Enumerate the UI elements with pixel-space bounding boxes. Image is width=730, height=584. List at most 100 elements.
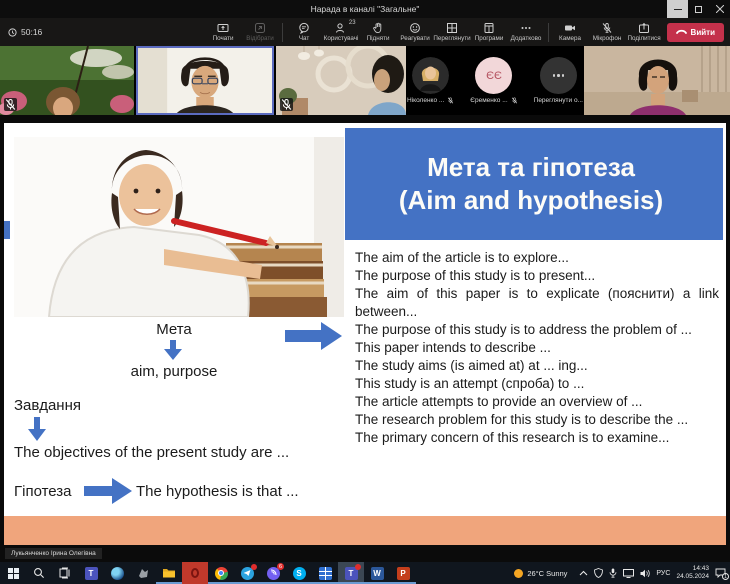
taskbar-teams-active-icon[interactable]: T — [338, 562, 364, 584]
taskbar-explorer-icon[interactable] — [156, 562, 182, 584]
close-icon — [715, 5, 724, 13]
window-title: Нарада в каналі "Загальне" — [310, 4, 420, 14]
view-grid-icon — [447, 23, 458, 33]
window-controls — [667, 0, 730, 18]
presenter-bar: Лукьянченко Ірина Олегівна — [0, 545, 730, 562]
taskbar-telegram-icon[interactable] — [234, 562, 260, 584]
meeting-timer: 50:16 — [8, 27, 42, 37]
timer-value: 50:16 — [21, 27, 43, 37]
mic-muted-icon — [602, 23, 612, 33]
video-tile-active-speaker[interactable] — [136, 46, 274, 115]
toolbar-divider — [547, 22, 549, 42]
share-icon — [639, 22, 650, 33]
react-button[interactable]: Реагувати — [397, 22, 434, 42]
share-button[interactable]: Поділитися — [626, 22, 663, 42]
tray-mic-icon[interactable] — [609, 568, 617, 578]
participants-button[interactable]: 23 Користувачі — [323, 20, 360, 42]
task-view-button[interactable] — [52, 562, 78, 584]
powerpoint-icon: P — [396, 566, 410, 580]
more-label: Додатково — [510, 35, 542, 42]
teams-badge — [355, 564, 361, 570]
app-icon — [138, 568, 148, 578]
video-tile-3[interactable] — [584, 46, 730, 115]
taskbar-skype-icon[interactable]: S — [286, 562, 312, 584]
taskbar-viber-icon[interactable]: 6 — [260, 562, 286, 584]
maximize-button[interactable] — [688, 0, 709, 18]
slide-title-block: Мета та гіпотеза (Aim and hypothesis) — [345, 128, 723, 240]
participant-avatar-item[interactable]: ЄЄ Єременко ... — [470, 57, 517, 104]
raise-hand-icon — [373, 22, 382, 34]
more-button[interactable]: Додатково — [508, 22, 545, 42]
opera-icon — [191, 568, 199, 578]
video-tile-1[interactable] — [0, 46, 134, 115]
tray-display-icon[interactable] — [623, 568, 635, 578]
avatar-initials-text: ЄЄ — [486, 69, 502, 82]
more-icon — [521, 27, 531, 29]
tasks-label: Завдання — [14, 397, 81, 414]
avatar-initials: ЄЄ — [475, 57, 513, 94]
telegram-badge — [251, 564, 257, 570]
camera-label: Камера — [559, 35, 582, 42]
start-presenting-button[interactable]: Почати — [205, 22, 242, 42]
windows-logo-icon — [7, 567, 19, 579]
taskbar-app-icon[interactable] — [130, 562, 156, 584]
audio-participants: Ніколенко ... ЄЄ Єременко ... Переглянут… — [406, 46, 584, 115]
slide-photo — [14, 137, 344, 317]
hypothesis-label: Гіпотеза — [14, 483, 72, 500]
language-indicator[interactable]: РУС — [656, 570, 670, 577]
hangup-icon — [675, 29, 687, 34]
tray-shield-icon[interactable] — [594, 568, 604, 578]
sun-icon — [514, 568, 524, 578]
taskbar-word-icon[interactable]: W — [364, 562, 390, 584]
woman-with-books-photo — [14, 137, 344, 317]
raise-hand-button[interactable]: Підняти — [360, 22, 397, 42]
taskbar-chrome-icon[interactable] — [208, 562, 234, 584]
taskbar-powerpoint-icon[interactable]: P — [390, 562, 416, 584]
meta-label: Мета — [156, 321, 192, 338]
taskbar-search-button[interactable] — [26, 562, 52, 584]
slide-footer-band — [4, 516, 726, 545]
clock-date: 24.05.2024 — [676, 573, 709, 580]
camera-button[interactable]: Камера — [552, 22, 589, 42]
minimize-button[interactable] — [667, 0, 688, 18]
tray-speaker-icon[interactable] — [640, 569, 651, 578]
mic-muted-icon — [5, 98, 16, 110]
action-center-button[interactable]: 1 — [715, 568, 729, 580]
slide-title-line2: (Aim and hypothesis) — [398, 185, 664, 215]
microphone-button[interactable]: Мікрофон — [589, 22, 626, 42]
mic-muted-icon — [511, 97, 517, 104]
apps-button[interactable]: Програми — [471, 22, 508, 42]
close-button[interactable] — [709, 0, 730, 18]
taskbar-weather[interactable]: 26°C Sunny — [514, 568, 567, 578]
chat-label: Чат — [298, 35, 310, 42]
take-control-button: Відібрати — [242, 22, 279, 42]
garden-background — [0, 46, 134, 115]
tray-chevron-icon[interactable] — [579, 570, 588, 576]
video-tile-2[interactable] — [276, 46, 406, 115]
muted-mic-badge — [280, 98, 293, 111]
leave-button[interactable]: Вийти — [666, 22, 724, 42]
toolbar-buttons: Почати Відібрати Чат 23 Користувачі Підн… — [205, 20, 730, 42]
take-control-label: Відібрати — [246, 35, 274, 42]
taskbar-edge-icon[interactable] — [104, 562, 130, 584]
taskbar-clock[interactable]: 14:43 24.05.2024 — [676, 565, 709, 581]
presentation-slide: Мета та гіпотеза (Aim and hypothesis) Th… — [4, 123, 726, 545]
skype-icon: S — [292, 566, 306, 580]
view-button[interactable]: Переглянути — [433, 22, 471, 42]
start-button[interactable] — [0, 562, 26, 584]
slide-text-line: The purpose of this study is to present.… — [355, 268, 596, 283]
teams-icon: T — [84, 566, 98, 580]
start-presenting-label: Почати — [212, 35, 234, 42]
taskbar-opera-icon[interactable] — [182, 562, 208, 584]
microphone-label: Мікрофон — [592, 35, 622, 42]
down-arrow-icon — [28, 417, 46, 441]
interior-background — [276, 46, 406, 115]
slide-text-line: The article attempts to provide an overv… — [355, 394, 643, 409]
presenter-name-label: Лукьянченко Ірина Олегівна — [5, 548, 102, 559]
chat-button[interactable]: Чат — [286, 22, 323, 42]
present-screen-icon — [217, 24, 229, 32]
taskbar-grid-app-icon[interactable] — [312, 562, 338, 584]
participant-avatar-item[interactable]: Ніколенко ... — [407, 57, 454, 104]
view-more-participants[interactable]: Переглянути о... — [534, 57, 583, 104]
taskbar-teams-icon[interactable]: T — [78, 562, 104, 584]
